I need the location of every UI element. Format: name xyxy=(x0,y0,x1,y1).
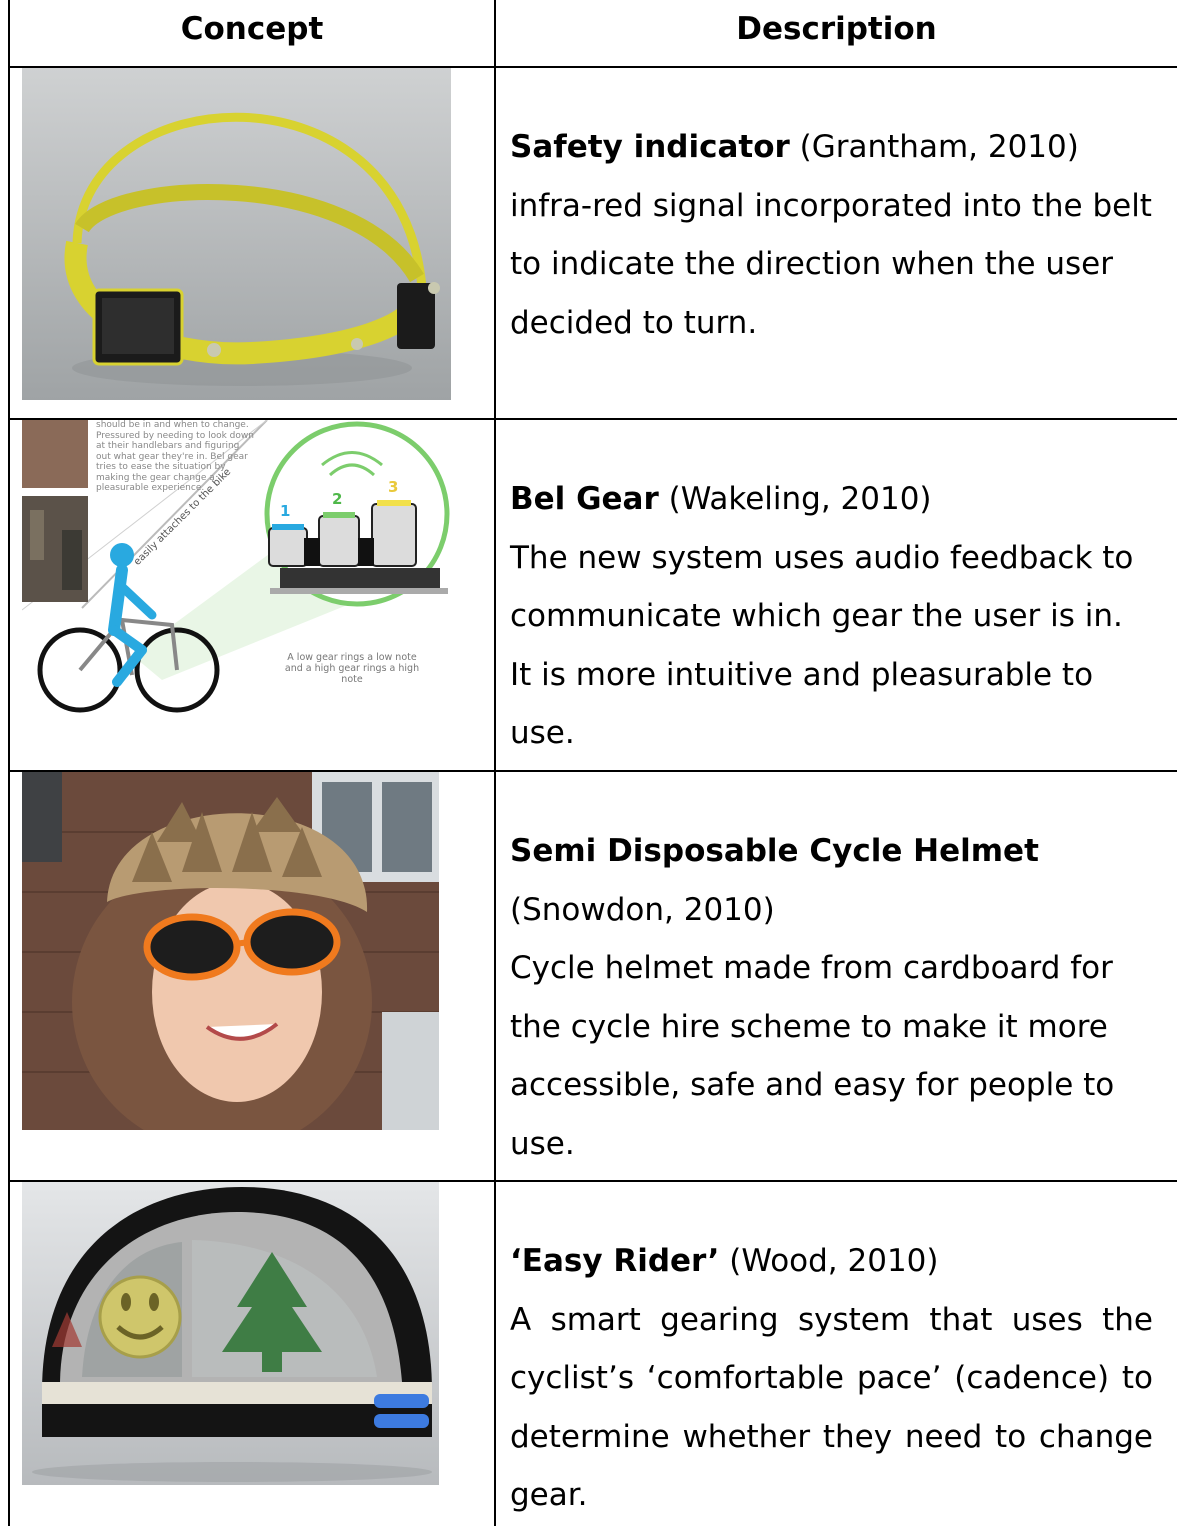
gear-1-label: 1 xyxy=(280,502,291,520)
bel-gear-diagram-image: should be in and when to change. Pressur… xyxy=(22,420,451,716)
easy-rider-device-image xyxy=(22,1182,439,1485)
citation: (Wakeling, 2010) xyxy=(658,481,932,517)
concept-body: The new system uses audio feedback to co… xyxy=(510,539,1134,752)
bel-gear-panel-text: should be in and when to change. Pressur… xyxy=(96,420,254,493)
header-description: Description xyxy=(736,11,937,47)
bel-gear-caption: A low gear rings a low note and a high g… xyxy=(284,652,420,685)
cardboard-helmet-photo xyxy=(22,772,439,1130)
header-concept: Concept xyxy=(180,11,324,47)
description-easy-rider: ‘Easy Rider’ (Wood, 2010) A smart gearin… xyxy=(510,1232,1153,1525)
gear-2-label: 2 xyxy=(332,490,343,508)
concept-body: Cycle helmet made from cardboard for the… xyxy=(510,950,1115,1162)
citation: (Grantham, 2010) xyxy=(789,129,1079,165)
description-bel-gear: Bel Gear (Wakeling, 2010) The new system… xyxy=(510,470,1153,763)
concept-title: ‘Easy Rider’ xyxy=(510,1243,720,1279)
concept-title: Semi Disposable Cycle Helmet xyxy=(510,833,1039,869)
concept-title: Bel Gear xyxy=(510,481,659,517)
description-cycle-helmet: Semi Disposable Cycle Helmet (Snowdon, 2… xyxy=(510,822,1153,1173)
concept-body: infra-red signal incorporated into the b… xyxy=(510,187,1152,341)
table-column-divider xyxy=(494,0,496,1526)
citation: (Wood, 2010) xyxy=(719,1243,939,1279)
concept-title: Safety indicator xyxy=(510,129,790,165)
yellow-belt-product-image xyxy=(22,68,451,400)
table-border-left xyxy=(8,0,10,1526)
gear-3-label: 3 xyxy=(388,478,399,496)
description-safety-indicator: Safety indicator (Grantham, 2010) infra-… xyxy=(510,118,1153,352)
concept-body: A smart gearing system that uses the cyc… xyxy=(510,1301,1153,1514)
citation: (Snowdon, 2010) xyxy=(510,891,775,928)
